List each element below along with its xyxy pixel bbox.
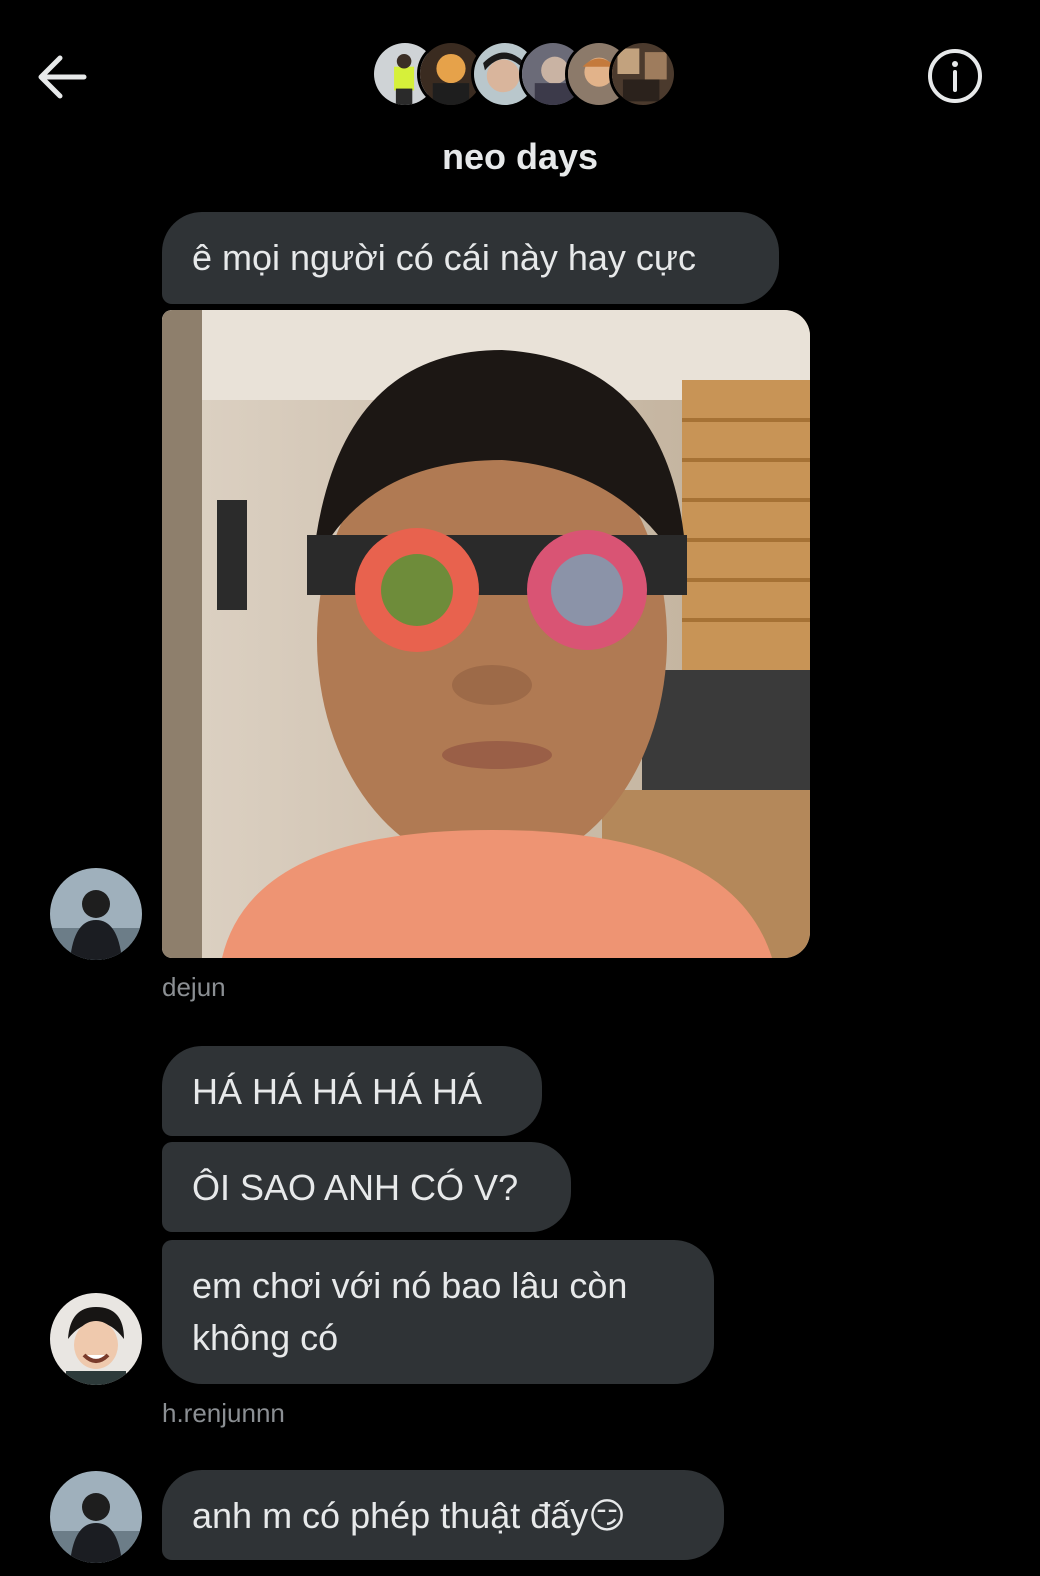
arrow-left-icon <box>38 55 87 99</box>
conversation-title: neo days <box>441 136 599 177</box>
conversation-info-button[interactable] <box>926 47 984 105</box>
message-bubble[interactable]: anh m có phép thuật đấy😏 <box>162 1470 724 1560</box>
info-icon <box>928 49 982 103</box>
message-bubble[interactable]: ê mọi người có cái này hay cực <box>162 212 779 304</box>
conversation-header: neo days <box>0 0 1040 200</box>
sender-avatar[interactable] <box>50 1293 142 1385</box>
sender-name: h.renjunnn <box>162 1398 285 1428</box>
sender-name: dejun <box>162 972 226 1002</box>
message-image[interactable] <box>162 310 810 958</box>
message-bubble[interactable]: ÔI SAO ANH CÓ V? <box>162 1142 571 1232</box>
message-bubble[interactable]: em chơi với nó bao lâu còn không có <box>162 1240 714 1384</box>
message-bubble[interactable]: HÁ HÁ HÁ HÁ HÁ <box>162 1046 542 1136</box>
sender-avatar[interactable] <box>50 1471 142 1563</box>
sender-avatar[interactable] <box>50 868 142 960</box>
member-avatar <box>609 40 677 108</box>
group-avatars[interactable] <box>371 40 677 112</box>
back-button[interactable] <box>34 50 88 104</box>
